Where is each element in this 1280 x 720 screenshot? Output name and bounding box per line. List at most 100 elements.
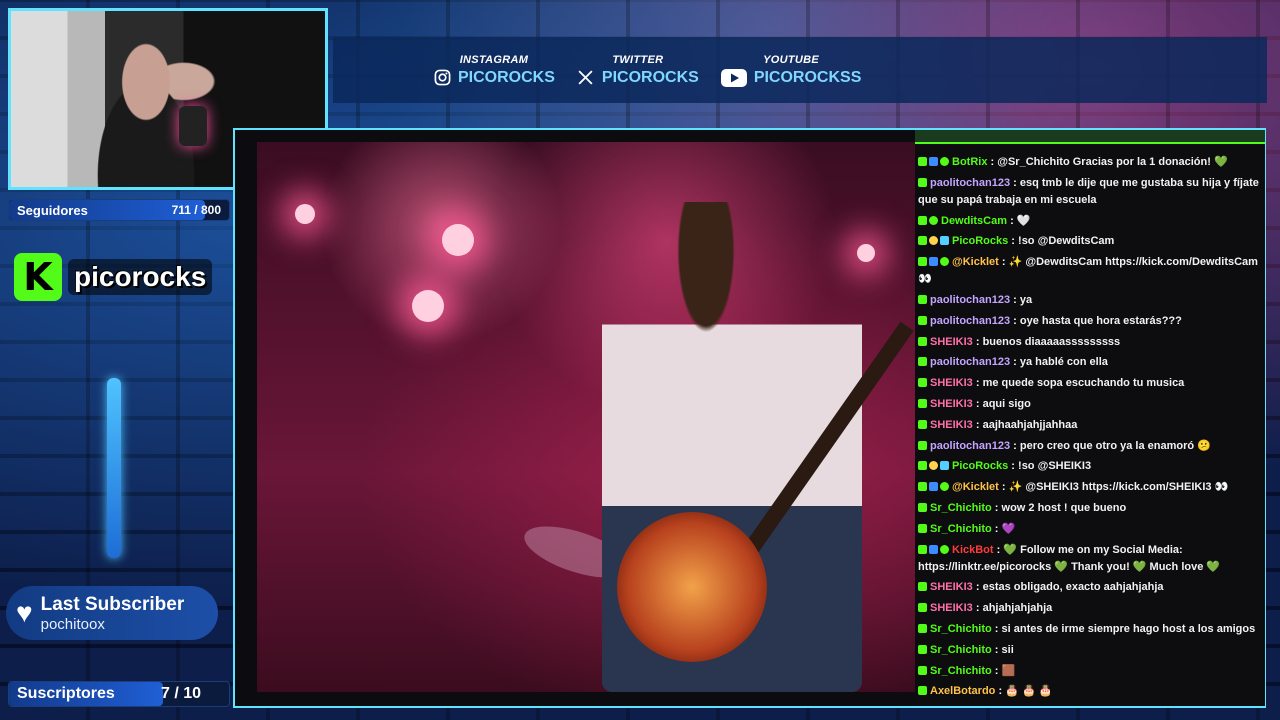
youtube-icon	[720, 68, 747, 87]
chat-username[interactable]: Sr_Chichito	[930, 665, 992, 677]
followers-label: Seguidores	[17, 202, 88, 218]
chat-badges	[918, 336, 927, 346]
chat-username[interactable]: SHEIKI3	[930, 581, 973, 593]
chat-text: wow 2 host ! que bueno	[1001, 501, 1127, 514]
kick-badge-icon	[918, 419, 927, 429]
kick-badge-icon	[918, 215, 927, 225]
chat-text: me quede sopa escuchando tu musica	[982, 377, 1185, 390]
stage-light	[295, 204, 315, 224]
chat-badges	[918, 357, 927, 367]
chat-username[interactable]: Sr_Chichito	[930, 523, 992, 535]
kick-badge-icon	[918, 157, 927, 166]
chat-text: !so @DewditsCam	[1018, 235, 1115, 248]
chat-username[interactable]: SHEIKI3	[930, 398, 973, 410]
chat-separator: :	[998, 481, 1009, 494]
chat-badges	[918, 378, 927, 388]
chat-message: Sr_Chichito : 🟫	[918, 663, 1261, 680]
chat-username[interactable]: paolitochan123	[930, 177, 1010, 189]
chat-badges	[918, 523, 927, 533]
chat-text: si antes de irme siempre hago host a los…	[1001, 622, 1256, 635]
chat-separator: :	[991, 622, 1002, 635]
chat-username[interactable]: paolitochan123	[930, 315, 1010, 327]
chat-username[interactable]: BotRix	[952, 156, 987, 168]
chat-message: paolitochan123 : pero creo que otro ya l…	[918, 438, 1261, 455]
chat-username[interactable]: SHEIKI3	[930, 419, 973, 431]
mod-badge-icon	[929, 257, 938, 267]
channel-name: picorocks	[68, 259, 213, 295]
chat-separator: :	[972, 581, 983, 594]
chat-username[interactable]: PicoRocks	[952, 235, 1008, 247]
chat-username[interactable]: PicoRocks	[952, 460, 1008, 472]
social-instagram[interactable]: INSTAGRAM PICOROCKS	[433, 54, 555, 87]
kick-badge-icon	[918, 357, 927, 367]
chat-text: 🎂 🎂 🎂	[1005, 685, 1053, 698]
chat-separator: :	[987, 156, 998, 168]
kick-badge-icon	[918, 623, 927, 633]
chat-username[interactable]: @Kicklet	[952, 256, 999, 268]
chat-text: 🟫	[1001, 664, 1016, 677]
social-youtube[interactable]: YOUTUBE PICOROCKSS	[720, 53, 861, 87]
kick-badge-icon	[918, 482, 927, 492]
kick-badge-icon	[918, 523, 927, 533]
chat-text: !so @SHEIKI3	[1018, 460, 1092, 473]
chat-text: ya	[1019, 293, 1033, 306]
instagram-icon	[433, 69, 451, 87]
subscribers-value: 7 / 10	[160, 685, 201, 702]
chat-separator: :	[995, 685, 1006, 698]
chat-text: @Sr_Chichito Gracias por la 1 donación! …	[997, 156, 1228, 168]
chat-message: paolitochan123 : oye hasta que hora esta…	[918, 313, 1261, 330]
chat-username[interactable]: Sr_Chichito	[930, 623, 992, 635]
chat-badges	[918, 544, 949, 554]
last-subscriber-title: Last Subscriber	[40, 593, 185, 615]
chat-username[interactable]: SHEIKI3	[930, 336, 973, 348]
chat-message: @Kicklet : ✨ @DewditsCam https://kick.co…	[918, 254, 1261, 288]
chat-username[interactable]: Sr_Chichito	[930, 644, 992, 656]
chat-separator: :	[1010, 439, 1020, 452]
chat-username[interactable]: AxelBotardo	[930, 685, 995, 697]
social-handle: PICOROCKS	[458, 68, 555, 86]
kick-badge-icon	[918, 378, 927, 388]
subscribers-label: Suscriptores	[17, 685, 115, 702]
chat-separator: :	[1010, 314, 1020, 327]
kick-badge-icon	[918, 544, 927, 554]
chat-username[interactable]: SHEIKI3	[930, 602, 973, 614]
chat-badges	[918, 603, 927, 613]
chat-message: paolitochan123 : ya	[918, 292, 1261, 309]
channel-logo: K picorocks	[14, 252, 213, 302]
chat-message: Sr_Chichito : sii	[918, 642, 1261, 659]
chat-message: @Kicklet : ✨ @SHEIKI3 https://kick.com/S…	[918, 479, 1261, 496]
chat-text: pero creo que otro ya la enamoró 😕	[1019, 439, 1211, 452]
ver-badge-icon	[940, 157, 949, 166]
social-network-label: YOUTUBE	[763, 53, 820, 66]
chat-username[interactable]: paolitochan123	[930, 356, 1010, 368]
chat-separator: :	[972, 377, 983, 390]
chat-username[interactable]: KickBot	[952, 544, 994, 556]
chat-text: aqui sigo	[982, 397, 1031, 410]
chat-username[interactable]: DewditsCam	[941, 215, 1007, 227]
chat-username[interactable]: @Kicklet	[952, 481, 999, 493]
chat-username[interactable]: paolitochan123	[930, 294, 1010, 306]
kick-badge-icon	[918, 236, 927, 246]
ver-badge-icon	[940, 544, 949, 554]
chat-message: SHEIKI3 : buenos diaaaaasssssssss	[918, 334, 1261, 351]
chat-text: oye hasta que hora estarás???	[1019, 314, 1182, 327]
chat-separator: :	[991, 522, 1002, 535]
bot-badge-icon	[940, 461, 949, 471]
kick-badge-icon	[918, 665, 927, 675]
social-twitter[interactable]: TWITTER PICOROCKS	[577, 54, 699, 87]
last-subscriber-name: pochitoox	[40, 615, 105, 633]
x-icon	[577, 69, 595, 87]
chat-separator: :	[991, 643, 1002, 656]
video-player[interactable]	[257, 142, 917, 692]
chat-message: paolitochan123 : ya hablé con ella	[918, 354, 1261, 371]
chat-badges	[918, 461, 949, 471]
chat-badges	[918, 419, 927, 429]
chat-username[interactable]: SHEIKI3	[930, 377, 973, 389]
chat-username[interactable]: Sr_Chichito	[930, 502, 992, 514]
chat-separator: :	[998, 256, 1009, 269]
chat-badges	[918, 398, 927, 408]
chat-header	[915, 130, 1265, 144]
chat-username[interactable]: paolitochan123	[930, 440, 1010, 452]
followers-goal-bar: Seguidores 711 / 800	[8, 199, 230, 221]
chat-separator: :	[1007, 214, 1017, 227]
